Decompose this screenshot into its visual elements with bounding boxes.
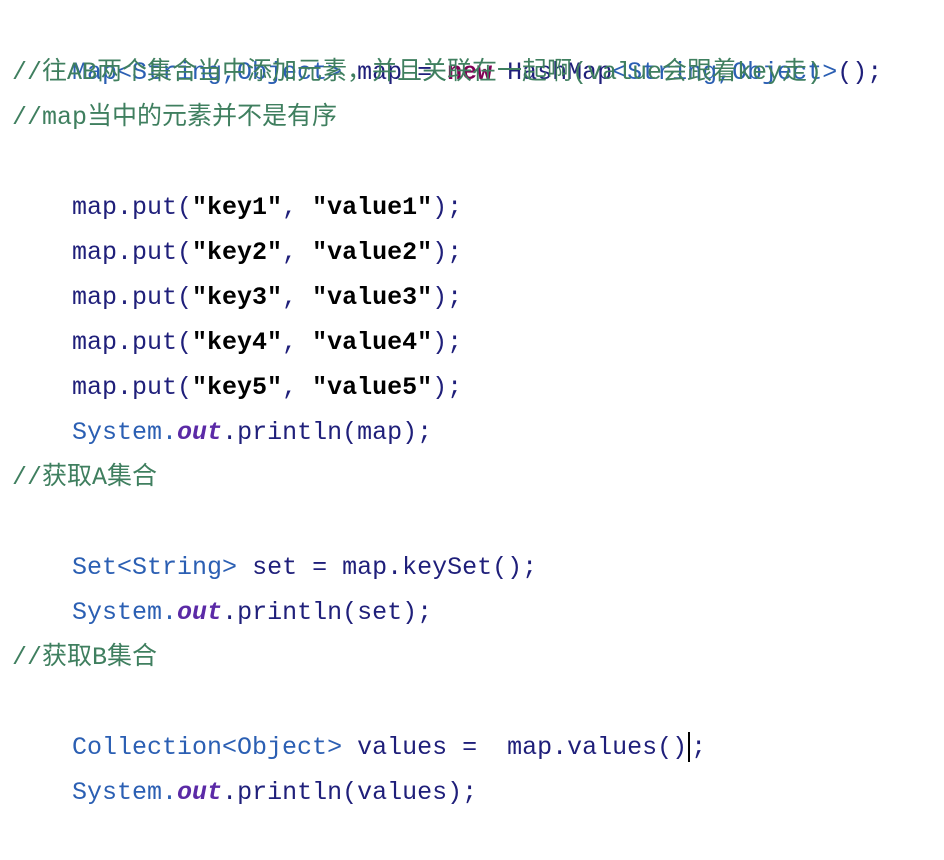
- plain-token: ;: [691, 733, 707, 762]
- method-call: .println(map);: [222, 418, 433, 447]
- type-token: Collection: [72, 733, 223, 762]
- string-literal: "value1": [312, 193, 433, 222]
- string-literal: "key5": [192, 373, 283, 402]
- separator: ,: [282, 283, 313, 312]
- code-line-set-declaration[interactable]: Set<String> set = map.keySet();: [12, 500, 944, 582]
- method-call: map.put(: [72, 373, 193, 402]
- separator: ,: [282, 238, 313, 267]
- generic-token: <Object>: [222, 733, 343, 762]
- class-token: System.: [72, 598, 178, 627]
- method-call: map.put(: [72, 238, 193, 267]
- suffix: );: [432, 328, 463, 357]
- suffix: );: [432, 238, 463, 267]
- suffix: );: [432, 283, 463, 312]
- static-field-token: out: [177, 598, 223, 627]
- comment-line[interactable]: //获取B集合: [12, 635, 944, 680]
- separator: ,: [282, 193, 313, 222]
- method-call: map.put(: [72, 328, 193, 357]
- suffix: );: [432, 193, 463, 222]
- text-cursor: [688, 732, 691, 763]
- comment-line[interactable]: //map当中的元素并不是有序: [12, 95, 944, 140]
- code-line-collection-declaration[interactable]: Collection<Object> values = map.values()…: [12, 680, 944, 763]
- type-token: Set: [72, 553, 118, 582]
- string-literal: "value4": [312, 328, 433, 357]
- class-token: System.: [72, 778, 178, 807]
- string-literal: "value5": [312, 373, 433, 402]
- code-editor[interactable]: Map<String,Object> map = new HashMap<Str…: [12, 5, 944, 807]
- string-literal: "key2": [192, 238, 283, 267]
- string-literal: "value2": [312, 238, 433, 267]
- plain-token: set = map.keySet();: [237, 553, 538, 582]
- method-call: .println(set);: [222, 598, 433, 627]
- generic-token: <String>: [117, 553, 238, 582]
- plain-token: ();: [837, 58, 883, 87]
- string-literal: "value3": [312, 283, 433, 312]
- method-call: map.put(: [72, 193, 193, 222]
- class-token: System.: [72, 418, 178, 447]
- code-line-put-1[interactable]: map.put("key1", "value1");: [12, 140, 944, 222]
- string-literal: "key3": [192, 283, 283, 312]
- static-field-token: out: [177, 778, 223, 807]
- separator: ,: [282, 373, 313, 402]
- code-line-map-declaration[interactable]: Map<String,Object> map = new HashMap<Str…: [12, 5, 944, 87]
- static-field-token: out: [177, 418, 223, 447]
- method-call: map.put(: [72, 283, 193, 312]
- suffix: );: [432, 373, 463, 402]
- comment-line[interactable]: //往AB两个集合当中添加元素，并且关联在一起啊(value会跟着key走): [12, 50, 944, 95]
- separator: ,: [282, 328, 313, 357]
- string-literal: "key1": [192, 193, 283, 222]
- comment-line[interactable]: //获取A集合: [12, 455, 944, 500]
- method-call: .println(values);: [222, 778, 478, 807]
- plain-token: values = map.values(): [342, 733, 688, 762]
- string-literal: "key4": [192, 328, 283, 357]
